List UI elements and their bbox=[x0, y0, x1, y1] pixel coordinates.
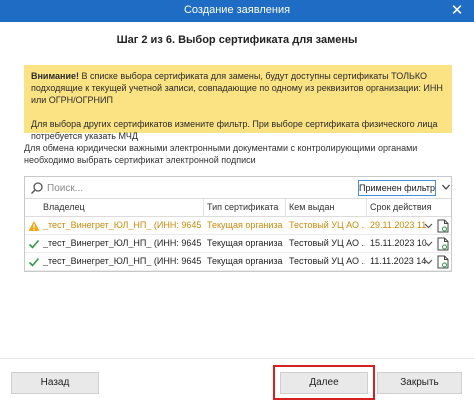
cell-type: Текущая организа... bbox=[207, 220, 283, 230]
step-title: Шаг 2 из 6. Выбор сертификата для замены bbox=[116, 34, 358, 46]
search-icon bbox=[31, 182, 43, 194]
title-bar: Создание заявления ✕ bbox=[0, 0, 474, 22]
next-button[interactable]: Далее bbox=[280, 372, 368, 394]
warning-bold: Внимание! bbox=[31, 71, 79, 81]
warning-icon bbox=[28, 221, 40, 231]
cell-owner: _тест_Винегрет_ЮЛ_НП_ (ИНН: 9645814 bbox=[43, 220, 201, 230]
checkmark-icon bbox=[28, 239, 40, 249]
cell-issuer: Тестовый УЦ АО ... bbox=[289, 220, 365, 230]
cell-expiry: 15.11.2023 10:25 bbox=[370, 238, 426, 248]
cell-owner: _тест_Винегрет_ЮЛ_НП_ (ИНН: 9645814 bbox=[43, 256, 201, 266]
warning-paragraph-1: Внимание! В списке выбора сертификата дл… bbox=[31, 70, 445, 106]
chevron-down-icon[interactable] bbox=[424, 239, 433, 248]
certificate-table: Применен фильтр Владелец Тип сертификата… bbox=[24, 176, 452, 272]
column-separator bbox=[285, 199, 286, 217]
table-header: Владелец Тип сертификата Кем выдан Срок … bbox=[25, 199, 451, 217]
close-icon[interactable]: ✕ bbox=[446, 1, 468, 21]
column-header-issuer[interactable]: Кем выдан bbox=[289, 202, 334, 212]
description-text: Для обмена юридически важными электронны… bbox=[24, 143, 418, 165]
column-header-owner[interactable]: Владелец bbox=[43, 202, 85, 212]
cell-owner: _тест_Винегрет_ЮЛ_НП_ (ИНН: 9645814 bbox=[43, 238, 201, 248]
search-row: Применен фильтр bbox=[25, 177, 451, 199]
chevron-down-icon[interactable] bbox=[424, 257, 433, 266]
chevron-down-icon[interactable] bbox=[424, 221, 433, 230]
table-row[interactable]: _тест_Винегрет_ЮЛ_НП_ (ИНН: 9645814 Теку… bbox=[25, 235, 451, 253]
cell-expiry: 11.11.2023 14:00 bbox=[370, 256, 426, 266]
certificate-document-icon[interactable] bbox=[437, 219, 449, 233]
search-input[interactable] bbox=[47, 180, 307, 196]
footer-divider bbox=[0, 358, 474, 359]
cell-type: Текущая организа... bbox=[207, 256, 283, 266]
table-row[interactable]: _тест_Винегрет_ЮЛ_НП_ (ИНН: 9645814 Теку… bbox=[25, 253, 451, 271]
column-separator bbox=[366, 199, 367, 217]
column-separator bbox=[203, 199, 204, 217]
column-header-type[interactable]: Тип сертификата bbox=[207, 202, 278, 212]
back-button[interactable]: Назад bbox=[11, 372, 99, 394]
cell-expiry: 29.11.2023 11:43 bbox=[370, 220, 426, 230]
table-row[interactable]: _тест_Винегрет_ЮЛ_НП_ (ИНН: 9645814 Теку… bbox=[25, 217, 451, 235]
certificate-document-icon[interactable] bbox=[437, 255, 449, 269]
column-header-expiry[interactable]: Срок действия bbox=[370, 202, 432, 212]
chevron-down-icon[interactable] bbox=[441, 182, 451, 192]
window-title: Создание заявления bbox=[183, 4, 291, 16]
checkmark-icon bbox=[28, 257, 40, 267]
filter-button[interactable]: Применен фильтр bbox=[358, 180, 436, 196]
cell-issuer: Тестовый УЦ АО ... bbox=[289, 238, 365, 248]
cell-issuer: Тестовый УЦ АО ... bbox=[289, 256, 365, 266]
close-button[interactable]: Закрыть bbox=[377, 372, 462, 394]
certificate-document-icon[interactable] bbox=[437, 237, 449, 251]
warning-box: Внимание! В списке выбора сертификата дл… bbox=[24, 65, 452, 141]
cell-type: Текущая организа... bbox=[207, 238, 283, 248]
warning-text-1: В списке выбора сертификата для замены, … bbox=[31, 71, 443, 105]
warning-text-2: Для выбора других сертификатов измените … bbox=[31, 119, 438, 141]
